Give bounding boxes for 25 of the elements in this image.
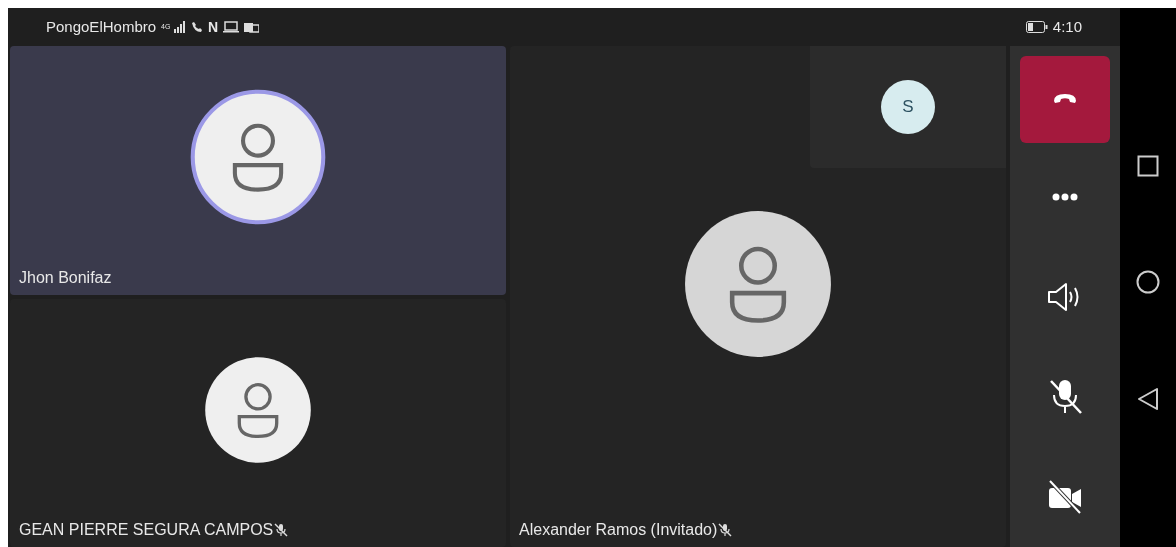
participant-name: Jhon Bonifaz [19, 268, 112, 287]
self-preview[interactable]: S [810, 46, 1006, 168]
participant-name: Alexander Ramos (Invitado) [519, 521, 718, 539]
initial-avatar: S [881, 80, 935, 134]
participant-tile[interactable]: GEAN PIERRE SEGURA CAMPOS [10, 298, 506, 547]
recent-apps-button[interactable] [1137, 154, 1159, 177]
phone-icon [191, 20, 204, 33]
laptop-icon [223, 20, 240, 33]
carrier-name: PongoElHombro [46, 18, 157, 35]
camera-off-icon [1047, 478, 1083, 515]
avatar-icon [190, 89, 326, 226]
participant-tile[interactable]: S Alexander Ramos (Invitado) [510, 46, 1006, 547]
phone-hang-up-icon [1053, 93, 1077, 106]
back-button[interactable] [1137, 386, 1159, 411]
battery-icon [1025, 20, 1048, 33]
more-icon [1052, 192, 1078, 201]
muted-mic-icon [1047, 377, 1083, 416]
participant-name: GEAN PIERRE SEGURA CAMPOS [19, 521, 274, 539]
home-button[interactable] [1136, 269, 1160, 294]
avatar-icon [203, 354, 313, 465]
clock-time: 4:10 [1052, 18, 1082, 35]
mail-icon [244, 20, 260, 33]
participant-tile[interactable]: Jhon Bonifaz [10, 46, 506, 295]
app-notification-letter: N [208, 18, 219, 35]
signal-icon [174, 20, 187, 33]
